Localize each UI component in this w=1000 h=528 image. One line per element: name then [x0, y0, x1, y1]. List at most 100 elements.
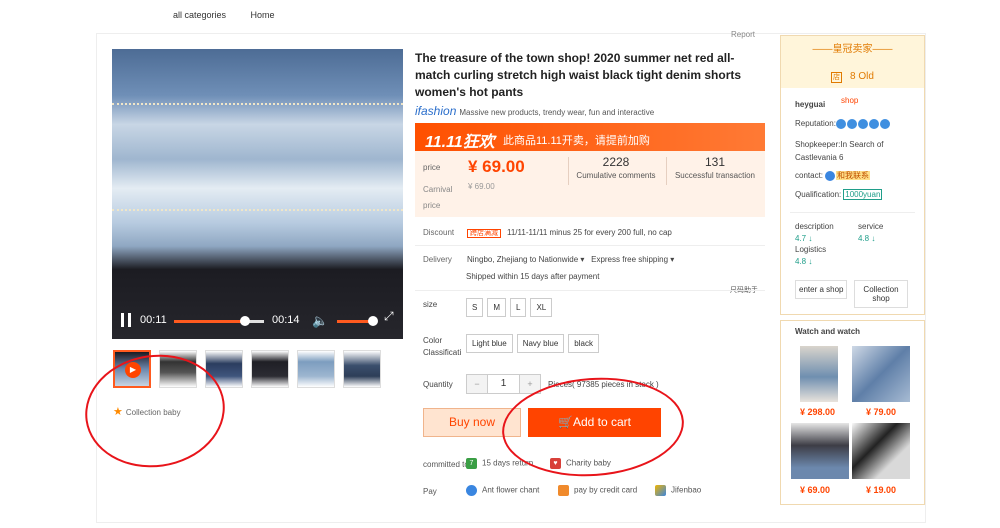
banner-text: 此商品11.11开卖，请提前加购 [503, 135, 650, 147]
video-current-time: 00:11 [140, 314, 167, 326]
quantity-stepper: − 1 + [466, 374, 541, 394]
description-label: description [795, 222, 834, 231]
size-option[interactable]: S [466, 298, 484, 317]
comments-count: 2228 [602, 155, 630, 169]
volume-icon[interactable]: 🔈 [312, 313, 328, 329]
contact-row: contact: 和我联系 [795, 170, 871, 181]
service-value: 4.8 [858, 234, 870, 243]
seller-level: 店 8 Old [781, 66, 924, 88]
service-score: 4.8 ↓ [858, 234, 875, 243]
video-progress-bar[interactable] [174, 316, 264, 326]
nav-all-categories[interactable]: all categories [173, 10, 226, 20]
pay-label: Pay [423, 487, 437, 496]
watch-item[interactable] [852, 423, 910, 479]
crown-seller-label: 皇冠卖家 [832, 44, 873, 55]
color-option[interactable]: Navy blue [516, 334, 565, 353]
watch-item-price: ¥ 298.00 [800, 407, 836, 417]
delivery-shipping[interactable]: Express free shipping [591, 255, 668, 264]
watch-item-price: ¥ 79.00 [866, 407, 897, 417]
carnival-price-value: ¥ 69.00 [468, 182, 495, 191]
watch-item-image [852, 346, 910, 402]
comments-stat[interactable]: 2228 Cumulative comments [570, 155, 662, 180]
delivery-row: Delivery Ningbo, Zhejiang to Nationwide ▾… [423, 255, 674, 264]
volume-knob[interactable] [368, 316, 378, 326]
divider [415, 290, 765, 291]
watch-item[interactable] [800, 346, 838, 402]
ifashion-row: ifashion Massive new products, trendy wea… [415, 104, 654, 118]
size-option[interactable]: XL [530, 298, 553, 317]
discount-row: Discount 跨店满减 11/11-11/11 minus 25 for eve… [423, 228, 672, 238]
denim-seam [112, 103, 403, 106]
logistics-score: 4.8 ↓ [795, 257, 812, 266]
denim-seam [112, 209, 403, 212]
size-options: S M L XL [466, 298, 556, 317]
fullscreen-icon[interactable]: ⤢ [384, 309, 394, 324]
credit-text: pay by credit card [574, 485, 638, 495]
jifenbao-text: Jifenbao [671, 485, 702, 495]
chevron-down-icon[interactable]: ▾ [580, 255, 584, 264]
delivery-label: Delivery [423, 255, 452, 264]
ant-icon [466, 485, 477, 496]
chevron-down-icon[interactable]: ▾ [670, 255, 674, 264]
qualification-badge[interactable]: 1000yuan [843, 189, 883, 200]
seller-name[interactable]: heyguai [795, 100, 825, 109]
contact-button[interactable]: 和我联系 [836, 171, 871, 180]
enter-shop-button[interactable]: enter a shop [795, 280, 848, 299]
size-option[interactable]: M [487, 298, 507, 317]
thumbnail-image[interactable] [343, 350, 381, 388]
size-label: size [423, 300, 438, 309]
video-total-time: 00:14 [272, 314, 300, 326]
crown-seller-header: ——皇冠卖家—— [781, 36, 924, 66]
quantity-minus-button[interactable]: − [467, 375, 487, 393]
qualification-row: Qualification: 1000yuan [795, 189, 883, 200]
logistics-label: Logistics [795, 245, 827, 254]
nav-home[interactable]: Home [251, 10, 275, 20]
quantity-label: Quantity [423, 380, 453, 389]
quantity-input[interactable]: 1 [487, 375, 520, 393]
thumbnail-image[interactable] [251, 350, 289, 388]
banner-big-text: 11.11狂欢 [425, 134, 495, 151]
watch-item-image [800, 346, 838, 402]
divider [790, 212, 915, 213]
ifashion-logo: ifashion [415, 104, 457, 118]
watch-item[interactable] [791, 423, 849, 479]
carnival-price-label: Carnival price [423, 185, 453, 210]
committed-label: committed to [423, 460, 469, 469]
color-options: Light blue Navy blue black [466, 334, 603, 353]
collection-shop-button[interactable]: Collection shop [854, 280, 908, 308]
delivery-route[interactable]: Ningbo, Zhejiang to Nationwide [467, 255, 578, 264]
product-title: The treasure of the town shop! 2020 summ… [415, 51, 742, 99]
product-video[interactable]: 00:11 00:14 🔈 ⤢ [112, 49, 403, 339]
return-icon: 7 [466, 458, 477, 469]
discount-label: Discount [423, 228, 455, 237]
color-option[interactable]: black [568, 334, 599, 353]
video-progress-fill [174, 320, 246, 323]
seller-level-value: 8 Old [850, 71, 874, 82]
promo-banner: 11.11狂欢 此商品11.11开卖，请提前加购 [415, 123, 765, 151]
ifashion-text: Massive new products, trendy wear, fun a… [459, 108, 655, 117]
transactions-count: 131 [704, 155, 726, 169]
shopkeeper-label: Shopkeeper: [795, 140, 841, 149]
credit-card-icon [558, 485, 569, 496]
watch-item-price: ¥ 69.00 [800, 485, 831, 495]
video-progress-knob[interactable] [240, 316, 251, 326]
report-link[interactable]: Report [731, 30, 755, 39]
chat-icon [825, 170, 836, 181]
reputation-icons [835, 119, 891, 129]
price-value: ¥ 69.00 [468, 157, 525, 176]
reputation-row: Reputation: [795, 119, 891, 129]
down-arrow-icon: ↓ [808, 234, 813, 243]
ant-pay[interactable]: Ant flower chant [466, 485, 539, 496]
color-option[interactable]: Light blue [466, 334, 513, 353]
credit-pay[interactable]: pay by credit card [558, 485, 637, 496]
seller-shop-link[interactable]: shop [841, 96, 858, 105]
watch-item-price: ¥ 19.00 [866, 485, 897, 495]
ant-text: Ant flower chant [482, 485, 540, 495]
discount-tag: 跨店满减 [467, 229, 501, 238]
pause-icon[interactable] [121, 313, 131, 327]
watch-item[interactable] [852, 346, 910, 402]
thumbnail-image[interactable] [297, 350, 335, 388]
size-option[interactable]: L [510, 298, 527, 317]
jifenbao-pay[interactable]: Jifenbao [655, 485, 701, 496]
transactions-stat: 131 Successful transaction [668, 155, 762, 180]
